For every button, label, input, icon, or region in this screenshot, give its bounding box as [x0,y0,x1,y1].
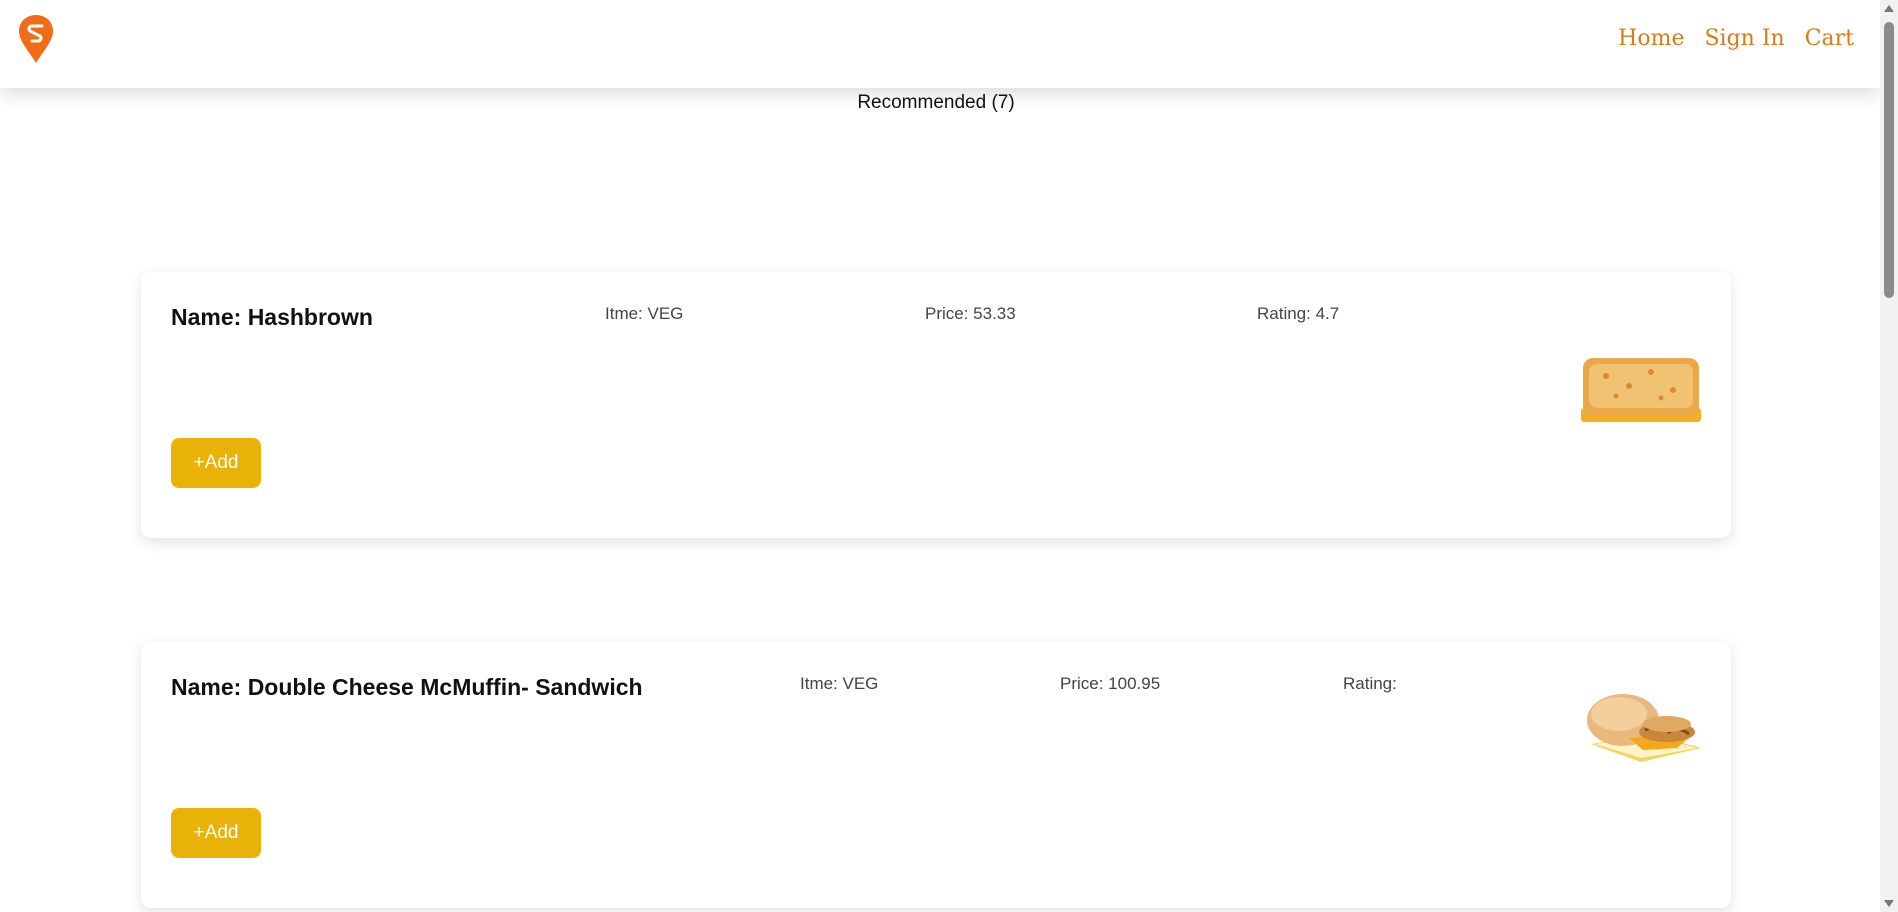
sandwich-image [1587,694,1701,762]
add-button[interactable]: +Add [171,438,261,488]
menu-item-card: Name: Double Cheese McMuffin- Sandwich I… [141,642,1731,908]
item-price: Price: 100.95 [1060,674,1161,693]
nav-sign-in-link[interactable]: Sign In [1704,26,1784,51]
nav-home-link[interactable]: Home [1618,26,1684,51]
scroll-down-arrow-icon[interactable] [1884,900,1894,907]
item-price: Price: 53.33 [925,304,1016,323]
item-rating: Rating: 4.7 [1257,304,1340,323]
section-title: Recommended (7) [857,92,1015,113]
vertical-scrollbar[interactable] [1880,0,1898,912]
item-name: Name: Hashbrown [171,304,373,330]
page: Home Sign In Cart Recommended (7) Name: … [0,0,1880,912]
header: Home Sign In Cart [0,0,1880,88]
item-rating: Rating: [1343,674,1397,693]
item-type: Itme: VEG [605,304,684,323]
add-button[interactable]: +Add [171,808,261,858]
hashbrown-image [1581,358,1701,422]
menu-item-card: Name: Hashbrown Itme: VEG Price: 53.33 R… [141,272,1731,538]
scroll-up-arrow-icon[interactable] [1884,5,1894,12]
item-type: Itme: VEG [800,674,879,693]
nav-cart-link[interactable]: Cart [1805,26,1854,51]
top-nav: Home Sign In Cart [1618,26,1854,51]
scroll-thumb[interactable] [1884,22,1894,298]
swiggy-logo-icon[interactable] [18,14,54,64]
item-name: Name: Double Cheese McMuffin- Sandwich [171,674,643,700]
